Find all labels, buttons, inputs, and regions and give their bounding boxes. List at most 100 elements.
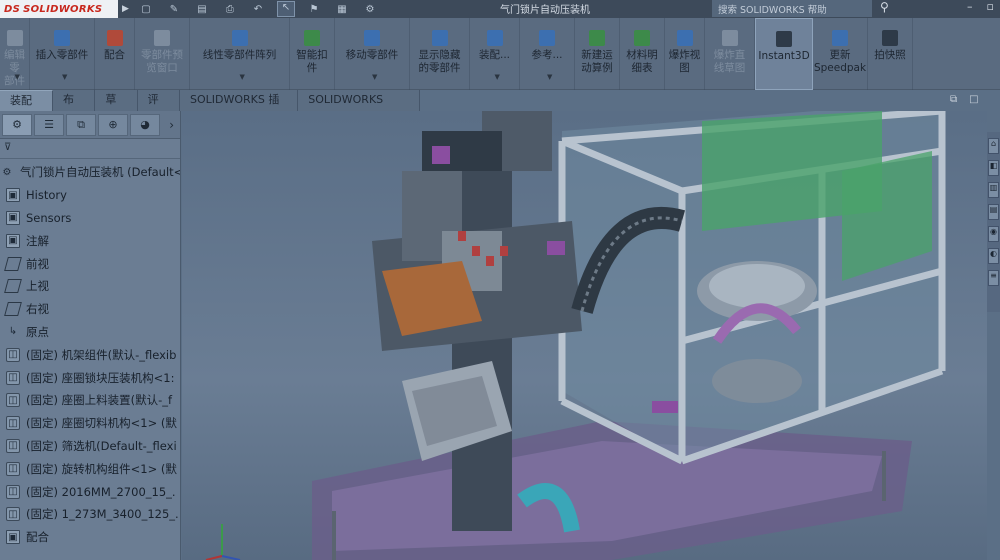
undo-icon[interactable]: ↶ <box>249 4 267 15</box>
search-icon[interactable]: ⚲ <box>880 0 889 14</box>
custom-properties-icon[interactable]: ≡ <box>988 270 999 286</box>
config-manager-icon[interactable]: ⧉ <box>66 113 96 136</box>
resources-icon[interactable]: ◧ <box>988 160 999 176</box>
speedpak-icon <box>832 30 848 46</box>
save-icon[interactable]: ▤ <box>193 4 211 15</box>
command-label: 爆炸视 图 <box>668 49 701 74</box>
command-edit-component[interactable]: 编辑零 部件 ▼ <box>0 18 30 90</box>
solidworks-logo[interactable]: DS SOLIDWORKS <box>0 0 118 18</box>
minimize-icon[interactable]: – <box>967 0 973 13</box>
tree-node[interactable]: ◫ (固定) 筛选机(Default-_flexi <box>0 435 180 458</box>
more-tabs-icon[interactable]: › <box>169 118 174 132</box>
tab-3[interactable]: 评估 <box>138 90 180 126</box>
select-icon[interactable]: ↖ <box>276 1 295 17</box>
tab-5[interactable]: SOLIDWORKS MBD <box>298 90 420 126</box>
command-component-preview[interactable]: 零部件预 览窗口 <box>135 18 190 90</box>
tree-node[interactable]: ▣ 配合 <box>0 526 180 549</box>
command-label: Instant3D <box>758 50 810 62</box>
design-library-icon[interactable]: ▥ <box>988 182 999 198</box>
command-assembly-features[interactable]: 装配... ▼ <box>470 18 520 90</box>
rebuild-icon[interactable]: ⚑ <box>305 4 323 15</box>
command-instant3d[interactable]: Instant3D <box>755 18 813 90</box>
options-icon[interactable]: ⚙ <box>361 4 379 15</box>
dropdown-arrow-icon[interactable]: ▼ <box>15 71 20 84</box>
command-explode-line-sketch[interactable]: 爆炸直 线草图 <box>705 18 755 90</box>
dropdown-arrow-icon[interactable]: ▼ <box>547 71 552 84</box>
dimxpert-icon[interactable]: ⊕ <box>98 113 128 136</box>
reference-geometry-icon <box>539 30 555 46</box>
tab-0[interactable]: 装配体 <box>0 90 53 127</box>
tree-node[interactable]: ⚙ 气门锁片自动压装机 (Default< <box>0 161 180 184</box>
command-linear-pattern[interactable]: 线性零部件阵列 ▼ <box>190 18 290 90</box>
tree-node[interactable]: ◫ (固定) 旋转机构组件<1> (默 <box>0 457 180 480</box>
open-icon[interactable]: ✎ <box>165 4 183 15</box>
viewport-restore-icon[interactable]: ⧉ <box>950 94 957 105</box>
restore-icon[interactable]: ▫ <box>987 0 994 13</box>
command-smart-fasteners[interactable]: 智能扣 件 <box>290 18 335 90</box>
tab-2[interactable]: 草图 <box>95 90 138 126</box>
instant3d-icon <box>776 31 792 47</box>
tree-node[interactable]: 前视 <box>0 252 180 275</box>
command-snapshot[interactable]: 拍快照 <box>868 18 913 90</box>
command-label: 插入零部件 <box>35 49 89 61</box>
dropdown-arrow-icon[interactable]: ▼ <box>62 71 67 84</box>
plane-icon <box>4 302 22 317</box>
tree-node[interactable]: ◫ (固定) 座圈锁块压装机构<1: <box>0 366 180 389</box>
viewport-close-icon[interactable]: □ <box>969 94 978 105</box>
title-bar: DS SOLIDWORKS ▶ ▢ ✎ ▤ ⎙ ↶ ↖ ⚑ ▦ ⚙ 气门锁片自动… <box>0 0 1000 18</box>
command-motion-study[interactable]: 新建运 动算例 <box>575 18 620 90</box>
quick-access-toolbar: ▢ ✎ ▤ ⎙ ↶ ↖ ⚑ ▦ ⚙ <box>137 0 379 18</box>
tree-node-label: 右视 <box>26 302 49 317</box>
part-icon: ◫ <box>6 484 20 499</box>
command-exploded-view[interactable]: 爆炸视 图 <box>665 18 705 90</box>
command-reference-geometry[interactable]: 参考... ▼ <box>520 18 575 90</box>
menu-expand-icon[interactable]: ▶ <box>122 4 129 14</box>
tree-node[interactable]: 上视 <box>0 275 180 298</box>
command-speedpak[interactable]: 更新 Speedpak <box>813 18 868 90</box>
help-search-input[interactable]: 搜索 SOLIDWORKS 帮助 <box>712 0 872 17</box>
tree-node[interactable]: 右视 <box>0 298 180 321</box>
tree-node[interactable]: ▣ 注解 <box>0 229 180 252</box>
command-label: 移动零部件 <box>345 49 399 61</box>
tree-node[interactable]: ↳ 原点 <box>0 321 180 344</box>
command-label: 零部件预 览窗口 <box>141 49 183 74</box>
feature-tree-icon[interactable]: ⚙ <box>2 113 32 136</box>
tree-node[interactable]: ▣ Sensors <box>0 207 180 230</box>
bom-icon <box>634 30 650 46</box>
command-label: 参考... <box>531 49 563 61</box>
new-icon[interactable]: ▢ <box>137 4 155 15</box>
property-manager-icon[interactable]: ☰ <box>34 113 64 136</box>
dropdown-arrow-icon[interactable]: ▼ <box>495 71 500 84</box>
file-properties-icon[interactable]: ▦ <box>333 4 351 15</box>
logo-prefix: DS <box>4 3 21 15</box>
tree-node[interactable]: ▣ History <box>0 184 180 207</box>
command-move-component[interactable]: 移动零部件 ▼ <box>335 18 410 90</box>
graphics-area[interactable] <box>182 111 987 560</box>
command-insert-component[interactable]: 插入零部件 ▼ <box>30 18 95 90</box>
tab-1[interactable]: 布局 <box>53 90 96 126</box>
dropdown-arrow-icon[interactable]: ▼ <box>240 71 245 84</box>
dropdown-arrow-icon[interactable]: ▼ <box>372 71 377 84</box>
tree-node[interactable]: ◫ (固定) 座圈上料装置(默认-_f <box>0 389 180 412</box>
linear-pattern-icon <box>231 30 248 46</box>
home-icon[interactable]: ⌂ <box>988 138 999 154</box>
tab-4[interactable]: SOLIDWORKS 插件 <box>180 90 299 126</box>
feature-manager-tabs: ⚙ ☰ ⧉ ⊕ ◕ › <box>0 111 180 139</box>
filter-icon[interactable]: ⊽ <box>0 139 180 159</box>
tree-node[interactable]: ◫ (固定) 座圈切料机构<1> (默 <box>0 412 180 435</box>
display-manager-icon[interactable]: ◕ <box>130 113 160 136</box>
tree-node[interactable]: ◫ (固定) 1_273M_3400_125_. <box>0 503 180 526</box>
tree-node-label: (固定) 机架组件(默认-_flexib <box>26 347 177 362</box>
print-icon[interactable]: ⎙ <box>221 4 239 15</box>
file-explorer-icon[interactable]: ▤ <box>988 204 999 220</box>
tree-node-label: 注解 <box>26 233 49 248</box>
view-palette-icon[interactable]: ◉ <box>988 226 999 242</box>
viewport-window-controls: ⧉ □ <box>950 94 979 105</box>
command-show-hidden[interactable]: 显示隐藏 的零部件 <box>410 18 470 90</box>
command-bom[interactable]: 材料明 细表 <box>620 18 665 90</box>
appearances-icon[interactable]: ◐ <box>988 248 999 264</box>
tree-node[interactable]: ◫ (固定) 2016MM_2700_15_. <box>0 480 180 503</box>
component-preview-icon <box>154 30 170 46</box>
tree-node[interactable]: ◫ (固定) 机架组件(默认-_flexib <box>0 343 180 366</box>
command-mate[interactable]: 配合 <box>95 18 135 90</box>
